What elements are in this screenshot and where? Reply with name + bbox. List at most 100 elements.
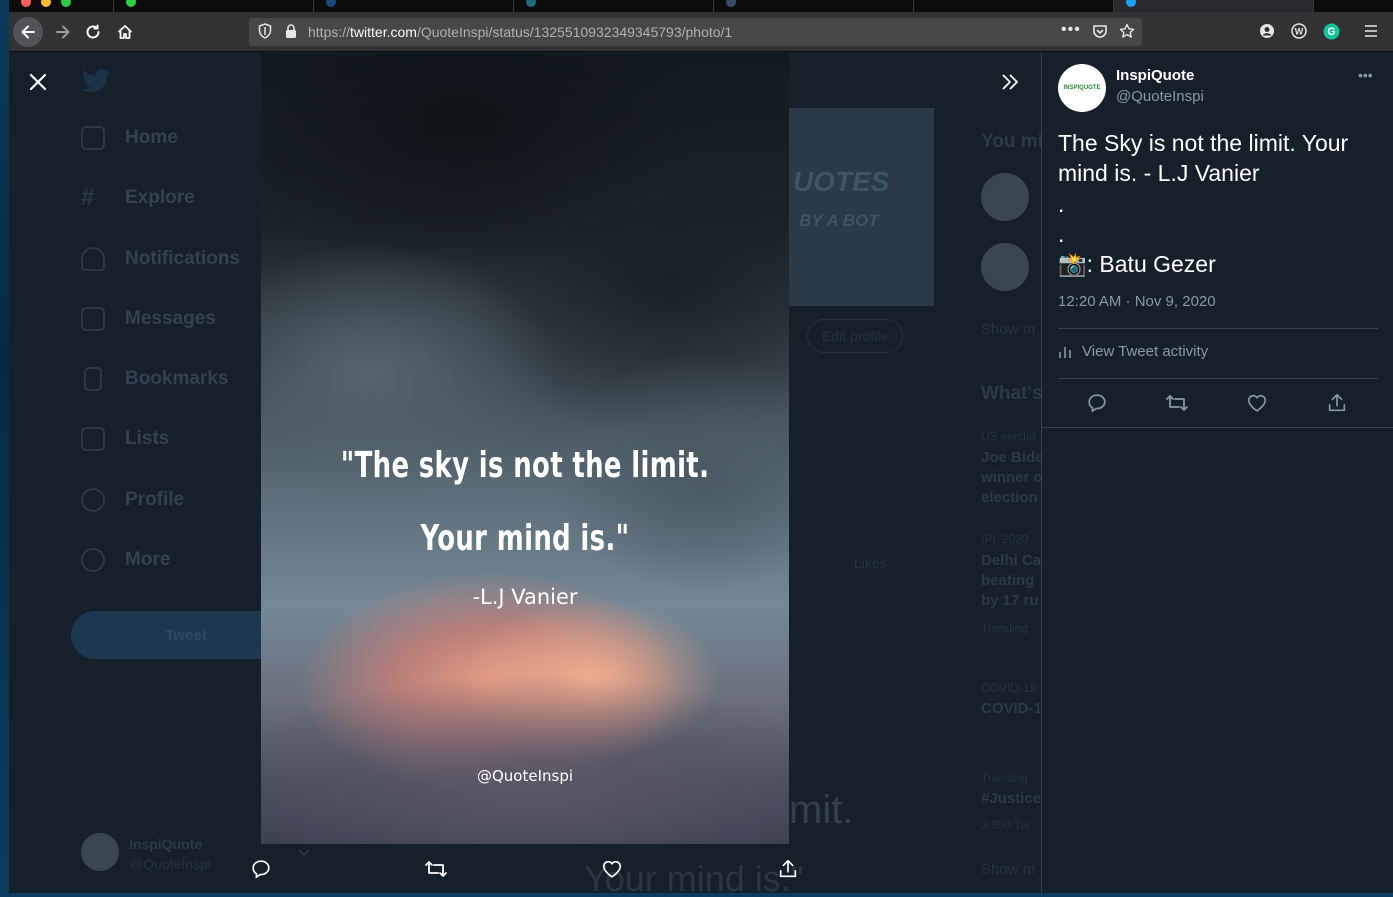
photo-credit-text: : Batu Gezer <box>1086 251 1216 277</box>
browser-toolbar: https://twitter.com/QuoteInspi/status/13… <box>9 12 1393 52</box>
window-minimize-dot[interactable] <box>41 0 51 7</box>
pocket-icon[interactable] <box>1092 23 1108 39</box>
trend-line: winner o <box>981 469 1043 486</box>
share-button[interactable] <box>1325 391 1349 415</box>
more-dots-icon[interactable]: ••• <box>1061 21 1081 39</box>
home-icon <box>117 25 133 39</box>
svg-text:W: W <box>1295 27 1304 37</box>
url-text[interactable]: https://twitter.com/QuoteInspi/status/13… <box>308 24 732 40</box>
tweet-timestamp[interactable]: 12:20 AM · Nov 9, 2020 <box>1058 293 1216 310</box>
show-more-link: Show m <box>981 861 1036 878</box>
account-name-dimmed: InspiQuote <box>129 836 203 852</box>
tab-6[interactable] <box>914 0 1114 12</box>
trend-line: #Justice <box>981 790 1042 807</box>
avatar-logo-text: INSPIQUOTE <box>1063 85 1101 91</box>
photo-like-button[interactable] <box>598 855 626 883</box>
reload-button[interactable] <box>79 18 107 46</box>
sidebar-item-more: More <box>81 545 170 575</box>
url-scheme: https:// <box>308 24 351 40</box>
chevron-down-icon <box>298 849 310 857</box>
photo-reply-button[interactable] <box>247 855 275 883</box>
view-tweet-activity-link[interactable]: View Tweet activity <box>1058 343 1208 360</box>
reply-button[interactable] <box>1085 391 1109 415</box>
photo-retweet-button[interactable] <box>422 855 450 883</box>
tweet-photo[interactable]: "The sky is not the limit. Your mind is.… <box>261 53 789 844</box>
forward-button[interactable] <box>49 18 77 46</box>
divider <box>1058 378 1378 379</box>
photo-share-button[interactable] <box>774 855 802 883</box>
trend-line: election <box>981 489 1038 506</box>
home-button[interactable] <box>111 18 139 46</box>
trend-category: Trending <box>981 621 1028 635</box>
close-photo-button[interactable] <box>23 67 53 97</box>
trend-line: COVID-1 <box>981 700 1042 717</box>
grammarly-icon[interactable]: G <box>1321 21 1341 41</box>
tab-2[interactable] <box>114 0 314 12</box>
author-name[interactable]: InspiQuote <box>1116 67 1194 84</box>
tab-4[interactable] <box>514 0 714 12</box>
tab-1[interactable] <box>9 0 114 12</box>
divider <box>1058 328 1378 329</box>
sidebar-item-label: Home <box>125 127 178 148</box>
tab-5[interactable] <box>714 0 914 12</box>
more-options-icon[interactable]: ••• <box>1358 67 1373 83</box>
sidebar-item-label: Bookmarks <box>125 368 229 389</box>
edit-profile-button-dimmed: Edit profile <box>807 319 904 353</box>
like-button[interactable] <box>1245 391 1269 415</box>
double-chevron-right-icon <box>1002 74 1018 90</box>
trend-category: US electio <box>981 429 1036 443</box>
address-bar[interactable]: https://twitter.com/QuoteInspi/status/13… <box>249 18 1142 46</box>
retweet-icon <box>425 861 447 877</box>
quote-line-2: Your mind is." <box>420 518 630 559</box>
reload-icon <box>86 24 100 39</box>
menu-icon[interactable] <box>1361 21 1381 41</box>
trend-category: Trending <box>981 771 1028 785</box>
sidebar-item-notifications: Notifications <box>81 244 240 274</box>
reply-icon <box>1088 394 1106 413</box>
trend-count: 3,950 Tw <box>981 818 1030 832</box>
photo-watermark: @QuoteInspi <box>476 767 574 785</box>
lock-icon[interactable] <box>285 23 297 39</box>
sidebar-item-label: Lists <box>125 428 170 449</box>
sidebar-item-messages: Messages <box>81 304 216 334</box>
shield-icon[interactable] <box>258 23 272 39</box>
bar-chart-icon <box>1059 346 1071 358</box>
profile-banner-dimmed: UOTES BY A BOT <box>789 108 934 306</box>
person-icon <box>81 488 105 512</box>
account-avatar <box>81 833 119 871</box>
quote-line-1: "The sky is not the limit. <box>340 445 710 486</box>
tweet-text-dot-1: . <box>1058 191 1065 217</box>
window-maximize-dot[interactable] <box>61 0 71 7</box>
dimmed-quote-text: mit. <box>789 788 854 832</box>
star-icon[interactable] <box>1119 23 1135 39</box>
tab-strip <box>9 0 1393 12</box>
sidebar-item-profile: Profile <box>81 485 184 515</box>
show-more-link: Show m <box>981 321 1036 338</box>
back-button[interactable] <box>13 17 43 47</box>
w-extension-icon[interactable]: W <box>1289 21 1309 41</box>
whats-happening-heading: What's <box>981 383 1043 404</box>
envelope-icon <box>81 307 105 331</box>
who-to-follow-heading: You mi <box>981 131 1043 152</box>
tab-active-twitter[interactable] <box>1114 0 1314 12</box>
sidebar-item-label: More <box>125 549 171 570</box>
tab-3[interactable] <box>314 0 514 12</box>
account-icon[interactable] <box>1257 21 1277 41</box>
suggested-avatar-1 <box>981 173 1029 221</box>
toggle-panel-button[interactable] <box>995 67 1025 97</box>
sidebar-item-bookmarks: Bookmarks <box>81 364 229 394</box>
tweet-photo-credit: 📸: Batu Gezer <box>1058 249 1216 279</box>
bell-icon <box>81 247 105 271</box>
sidebar-item-home: Home <box>81 123 178 153</box>
tweet-text-dot-2: . <box>1058 221 1065 247</box>
sidebar-item-label: Notifications <box>125 248 241 269</box>
author-avatar[interactable]: INSPIQUOTE <box>1058 64 1106 112</box>
svg-text:G: G <box>1327 26 1335 38</box>
author-handle[interactable]: @QuoteInspi <box>1116 88 1204 105</box>
retweet-button[interactable] <box>1165 391 1189 415</box>
window-close-dot[interactable] <box>21 0 31 7</box>
reply-icon <box>252 860 270 879</box>
retweet-icon <box>1166 395 1188 411</box>
bookmark-icon <box>84 367 102 391</box>
home-icon <box>81 126 105 150</box>
